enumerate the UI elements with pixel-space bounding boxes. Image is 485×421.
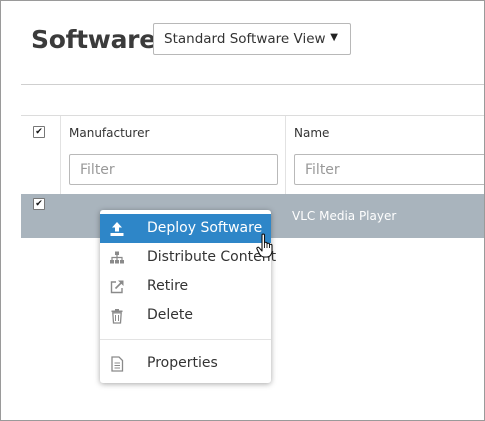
table-header-row: ✔ Manufacturer Name — [21, 115, 484, 194]
page-title: Software — [31, 25, 156, 54]
select-all-checkbox[interactable]: ✔ — [33, 126, 45, 138]
upload-icon — [110, 222, 124, 236]
row-checkbox[interactable]: ✔ — [33, 198, 45, 210]
menu-item-retire[interactable]: Retire — [100, 272, 271, 301]
column-header-manufacturer[interactable]: Manufacturer — [69, 126, 149, 140]
menu-divider — [100, 339, 271, 340]
column-divider — [285, 116, 286, 194]
column-header-name[interactable]: Name — [294, 126, 329, 140]
manufacturer-filter-input[interactable] — [69, 154, 278, 185]
menu-item-deploy-software[interactable]: Deploy Software — [100, 214, 271, 243]
header-divider — [21, 84, 484, 85]
menu-item-properties[interactable]: Properties — [100, 349, 271, 378]
menu-item-label: Retire — [147, 278, 189, 294]
menu-item-label: Deploy Software — [147, 220, 263, 236]
view-select-value: Standard Software View — [164, 31, 326, 47]
sitemap-icon — [110, 251, 124, 264]
trash-icon — [111, 309, 123, 324]
column-divider — [60, 116, 61, 194]
row-name-cell: VLC Media Player — [292, 209, 397, 223]
context-menu: Deploy Software Distribute Content Retir… — [100, 210, 276, 383]
chevron-down-icon: ▼ — [330, 32, 338, 43]
external-link-icon — [110, 280, 124, 294]
hand-cursor-icon — [256, 233, 273, 258]
menu-item-delete[interactable]: Delete — [100, 301, 271, 330]
view-select-dropdown[interactable]: Standard Software View ▼ — [153, 23, 351, 55]
menu-item-label: Properties — [147, 355, 218, 371]
name-filter-input[interactable] — [294, 154, 484, 185]
menu-item-label: Delete — [147, 307, 193, 323]
document-icon — [111, 356, 124, 372]
menu-item-distribute-content[interactable]: Distribute Content — [100, 243, 276, 272]
